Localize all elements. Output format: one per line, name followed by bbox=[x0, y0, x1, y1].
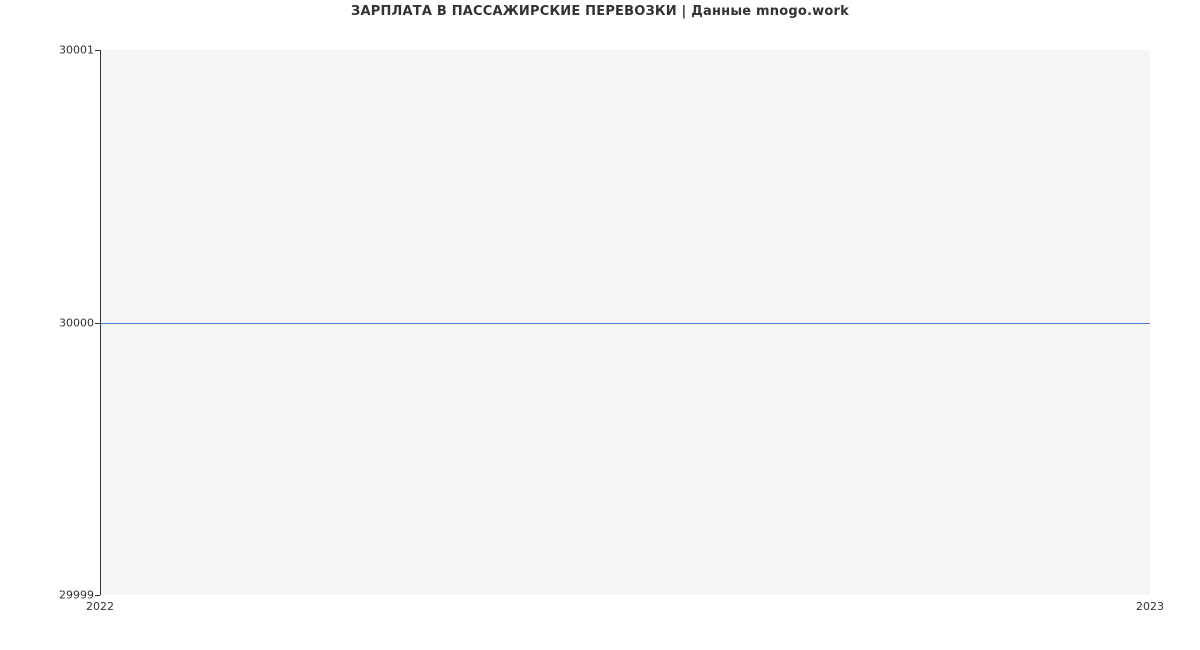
x-tick-label: 2023 bbox=[1136, 600, 1164, 613]
chart-title: ЗАРПЛАТА В ПАССАЖИРСКИЕ ПЕРЕВОЗКИ | Данн… bbox=[0, 4, 1200, 19]
y-tick-label: 30001 bbox=[59, 44, 94, 57]
x-tick-label: 2022 bbox=[86, 600, 114, 613]
plot-area bbox=[100, 50, 1150, 595]
y-tick-mark bbox=[95, 595, 100, 596]
series-line bbox=[101, 323, 1150, 324]
y-tick-label: 30000 bbox=[59, 316, 94, 329]
chart-container: ЗАРПЛАТА В ПАССАЖИРСКИЕ ПЕРЕВОЗКИ | Данн… bbox=[0, 0, 1200, 650]
